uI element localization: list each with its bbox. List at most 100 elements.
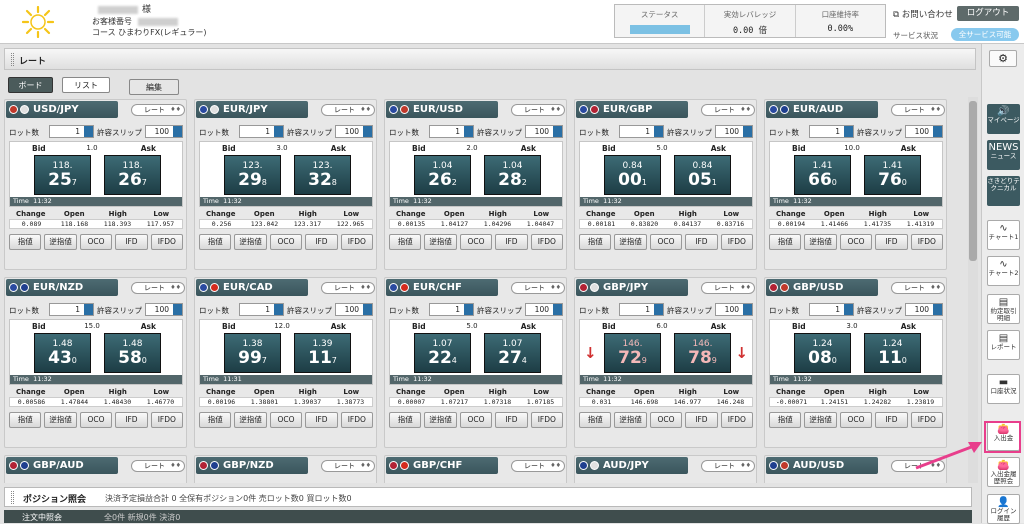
lot-input[interactable]: 1 xyxy=(619,125,664,138)
order-button-指値[interactable]: 指値 xyxy=(389,412,422,428)
slip-input[interactable]: 100 xyxy=(525,303,563,316)
order-button-ifdo[interactable]: IFDO xyxy=(720,412,754,428)
rate-toggle-button[interactable]: レート xyxy=(131,282,185,294)
lot-input[interactable]: 1 xyxy=(239,303,284,316)
rate-toggle-button[interactable]: レート xyxy=(511,460,565,472)
tab-board[interactable]: ボード xyxy=(8,77,53,93)
logout-button[interactable]: ログアウト xyxy=(957,6,1019,21)
order-button-指値[interactable]: 指値 xyxy=(769,412,802,428)
order-button-oco[interactable]: OCO xyxy=(839,412,873,428)
ask-price-button[interactable]: 1.24 110 xyxy=(864,333,921,373)
sidebar-item[interactable]: NEWS ニュース xyxy=(987,140,1020,170)
order-button-逆指値[interactable]: 逆指値 xyxy=(614,412,647,428)
bid-price-button[interactable]: 123. 298 xyxy=(224,155,281,195)
order-button-指値[interactable]: 指値 xyxy=(579,412,612,428)
order-button-ifd[interactable]: IFD xyxy=(305,234,338,250)
ask-price-button[interactable]: 1.41 760 xyxy=(864,155,921,195)
order-button-oco[interactable]: OCO xyxy=(459,412,493,428)
slip-input[interactable]: 100 xyxy=(715,303,753,316)
rate-toggle-button[interactable]: レート xyxy=(321,460,375,472)
slip-input[interactable]: 100 xyxy=(715,125,753,138)
order-button-指値[interactable]: 指値 xyxy=(199,412,232,428)
order-button-指値[interactable]: 指値 xyxy=(769,234,802,250)
rate-toggle-button[interactable]: レート xyxy=(891,104,945,116)
order-button-ifdo[interactable]: IFDO xyxy=(530,412,564,428)
sidebar-item[interactable]: さきどりテクニカル xyxy=(987,176,1020,206)
grip-handle[interactable] xyxy=(11,491,14,504)
order-button-ifdo[interactable]: IFDO xyxy=(910,412,944,428)
ask-price-button[interactable]: 123. 328 xyxy=(294,155,351,195)
inquiry-link[interactable]: ⧉ お問い合わせ xyxy=(893,8,953,20)
order-button-oco[interactable]: OCO xyxy=(79,412,113,428)
rate-toggle-button[interactable]: レート xyxy=(511,104,565,116)
order-button-ifd[interactable]: IFD xyxy=(685,412,718,428)
sidebar-item[interactable]: 👛 入出金履歴照会 xyxy=(987,457,1020,487)
slip-input[interactable]: 100 xyxy=(145,125,183,138)
slip-input[interactable]: 100 xyxy=(335,303,373,316)
lot-input[interactable]: 1 xyxy=(429,303,474,316)
order-button-ifd[interactable]: IFD xyxy=(875,234,908,250)
bid-price-button[interactable]: 1.24 080 xyxy=(794,333,851,373)
order-button-ifdo[interactable]: IFDO xyxy=(910,234,944,250)
rate-toggle-button[interactable]: レート xyxy=(701,104,755,116)
order-button-ifd[interactable]: IFD xyxy=(305,412,338,428)
order-button-ifd[interactable]: IFD xyxy=(685,234,718,250)
bid-price-button[interactable]: 1.07 224 xyxy=(414,333,471,373)
order-button-ifd[interactable]: IFD xyxy=(115,234,148,250)
ask-price-button[interactable]: 118. 267 xyxy=(104,155,161,195)
tab-list[interactable]: リスト xyxy=(62,77,110,93)
rate-toggle-button[interactable]: レート xyxy=(701,282,755,294)
slip-input[interactable]: 100 xyxy=(905,303,943,316)
edit-button[interactable]: 編集 xyxy=(129,79,179,95)
order-button-逆指値[interactable]: 逆指値 xyxy=(424,234,457,250)
rate-toggle-button[interactable]: レート xyxy=(701,460,755,472)
ask-price-button[interactable]: 146. 789 xyxy=(674,333,731,373)
ask-price-button[interactable]: 1.04 282 xyxy=(484,155,541,195)
order-button-指値[interactable]: 指値 xyxy=(199,234,232,250)
bid-price-button[interactable]: 146. 729 xyxy=(604,333,661,373)
order-button-ifdo[interactable]: IFDO xyxy=(150,234,184,250)
sidebar-item[interactable]: ∿ チャート1 xyxy=(987,220,1020,250)
rate-toggle-button[interactable]: レート xyxy=(131,104,185,116)
grip-handle[interactable] xyxy=(11,53,14,66)
order-button-oco[interactable]: OCO xyxy=(269,234,303,250)
sidebar-item[interactable]: ▤ レポート xyxy=(987,330,1020,360)
lot-input[interactable]: 1 xyxy=(49,125,94,138)
order-button-逆指値[interactable]: 逆指値 xyxy=(804,412,837,428)
sidebar-item[interactable]: ▬ 口座状況 xyxy=(987,374,1020,404)
order-button-ifdo[interactable]: IFDO xyxy=(340,234,374,250)
order-button-指値[interactable]: 指値 xyxy=(9,412,42,428)
order-button-指値[interactable]: 指値 xyxy=(579,234,612,250)
ask-price-button[interactable]: 1.07 274 xyxy=(484,333,541,373)
sidebar-item[interactable]: ▤ 約定取引明細 xyxy=(987,294,1020,324)
lot-input[interactable]: 1 xyxy=(809,125,854,138)
scrollbar[interactable] xyxy=(968,97,978,483)
scrollbar-thumb[interactable] xyxy=(969,101,977,261)
rate-toggle-button[interactable]: レート xyxy=(511,282,565,294)
order-button-逆指値[interactable]: 逆指値 xyxy=(424,412,457,428)
order-button-oco[interactable]: OCO xyxy=(839,234,873,250)
sidebar-item[interactable]: 🔊 マイページ xyxy=(987,104,1020,134)
order-button-逆指値[interactable]: 逆指値 xyxy=(234,234,267,250)
order-button-指値[interactable]: 指値 xyxy=(9,234,42,250)
order-button-oco[interactable]: OCO xyxy=(649,234,683,250)
order-button-指値[interactable]: 指値 xyxy=(389,234,422,250)
lot-input[interactable]: 1 xyxy=(809,303,854,316)
order-button-逆指値[interactable]: 逆指値 xyxy=(614,234,647,250)
lot-input[interactable]: 1 xyxy=(49,303,94,316)
order-button-逆指値[interactable]: 逆指値 xyxy=(234,412,267,428)
bid-price-button[interactable]: 118. 257 xyxy=(34,155,91,195)
rate-toggle-button[interactable]: レート xyxy=(321,282,375,294)
order-button-oco[interactable]: OCO xyxy=(459,234,493,250)
bid-price-button[interactable]: 1.48 430 xyxy=(34,333,91,373)
bid-price-button[interactable]: 0.84 001 xyxy=(604,155,661,195)
gear-icon[interactable]: ⚙ xyxy=(989,50,1017,67)
order-button-逆指値[interactable]: 逆指値 xyxy=(44,234,77,250)
rate-toggle-button[interactable]: レート xyxy=(891,282,945,294)
slip-input[interactable]: 100 xyxy=(525,125,563,138)
rate-toggle-button[interactable]: レート xyxy=(321,104,375,116)
bid-price-button[interactable]: 1.38 997 xyxy=(224,333,281,373)
service-status-badge[interactable]: 全サービス可能 xyxy=(951,28,1019,41)
order-button-oco[interactable]: OCO xyxy=(79,234,113,250)
ask-price-button[interactable]: 0.84 051 xyxy=(674,155,731,195)
